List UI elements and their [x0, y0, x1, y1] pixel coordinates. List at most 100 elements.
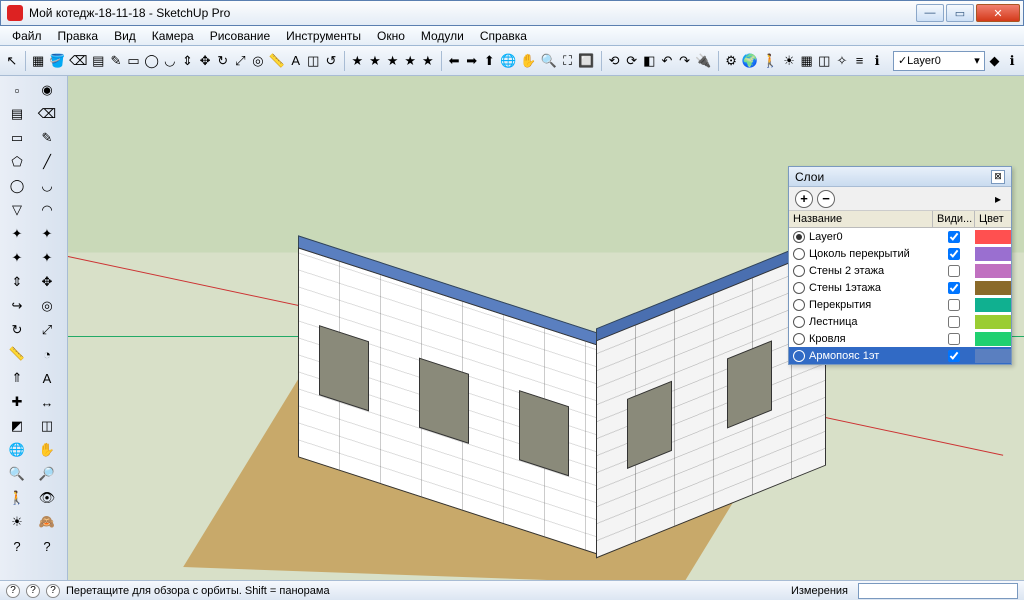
tips-icon[interactable]: ? — [26, 584, 40, 598]
scale-button[interactable]: ⤢ — [232, 50, 248, 72]
prev-button[interactable]: ⟲ — [606, 50, 622, 72]
tool-arc2[interactable]: ◠ — [32, 198, 62, 222]
menu-справка[interactable]: Справка — [472, 27, 535, 45]
earth-button[interactable]: 🌍 — [741, 50, 759, 72]
group-button[interactable]: ◫ — [816, 50, 832, 72]
menu-правка[interactable]: Правка — [50, 27, 107, 45]
tool-protractor[interactable]: ◔ — [32, 342, 62, 366]
close-button[interactable]: ✕ — [976, 4, 1020, 22]
rect-button[interactable]: ▭ — [126, 50, 142, 72]
explode-button[interactable]: ✧ — [834, 50, 850, 72]
layer-color-swatch[interactable] — [975, 281, 1011, 295]
cursor-button[interactable]: ↖ — [4, 50, 20, 72]
light-button[interactable]: ☀ — [781, 50, 797, 72]
grid-button[interactable]: ▦ — [799, 50, 815, 72]
layer-row[interactable]: Layer0 — [789, 228, 1011, 245]
tool-arc[interactable]: ◡ — [32, 174, 62, 198]
tool-circle[interactable]: ◯ — [2, 174, 32, 198]
layer-visible-checkbox[interactable] — [933, 231, 975, 243]
tool-section[interactable]: ◩ — [2, 414, 32, 438]
layer-active-radio[interactable] — [793, 350, 805, 362]
tool-extrude[interactable]: ⇑ — [2, 366, 32, 390]
remove-layer-button[interactable]: − — [817, 190, 835, 208]
tool-star-b[interactable]: ✦ — [32, 222, 62, 246]
refresh-button[interactable]: ↺ — [323, 50, 339, 72]
tool-rotate[interactable]: ↻ — [2, 318, 32, 342]
tool-lasso[interactable]: ◉ — [32, 78, 62, 102]
menu-камера[interactable]: Камера — [144, 27, 202, 45]
tool-line[interactable]: ╱ — [32, 150, 62, 174]
layer-active-radio[interactable] — [793, 282, 805, 294]
offset-button[interactable]: ◎ — [250, 50, 266, 72]
measurement-input[interactable] — [858, 583, 1018, 599]
tool-q2[interactable]: ? — [32, 534, 62, 558]
text-button[interactable]: A — [288, 50, 304, 72]
arrow-r-button[interactable]: ➡ — [464, 50, 480, 72]
layer-row[interactable]: Перекрытия — [789, 296, 1011, 313]
tool-rect[interactable]: ▭ — [2, 126, 32, 150]
panel-close-button[interactable]: ⊠ — [991, 170, 1005, 184]
arrow-l-button[interactable]: ⬅ — [446, 50, 462, 72]
star2-button[interactable]: ★ — [367, 50, 383, 72]
layer-active-radio[interactable] — [793, 333, 805, 345]
layer-active-radio[interactable] — [793, 299, 805, 311]
star1-button[interactable]: ★ — [349, 50, 365, 72]
col-visible[interactable]: Види... — [933, 211, 975, 227]
minimize-button[interactable]: — — [916, 4, 944, 22]
add-layer-button[interactable]: + — [795, 190, 813, 208]
layers-panel[interactable]: Слои ⊠ + − ▸ Название Види... Цвет Layer… — [788, 166, 1012, 365]
tool-dim[interactable]: ↔ — [32, 390, 62, 414]
component-button[interactable]: ▦ — [30, 50, 46, 72]
circle-button[interactable]: ◯ — [143, 50, 160, 72]
tool-pencil[interactable]: ✎ — [32, 126, 62, 150]
layer-visible-checkbox[interactable] — [933, 265, 975, 277]
move-button[interactable]: ✥ — [197, 50, 213, 72]
tool-eraser[interactable]: ⌫ — [32, 102, 62, 126]
tool-followme[interactable]: ↪ — [2, 294, 32, 318]
layer-selector[interactable]: ✓ Layer0▾ — [893, 51, 985, 71]
layer-row[interactable]: Стены 2 этажа — [789, 262, 1011, 279]
layer-row[interactable]: Армопояс 1эт — [789, 347, 1011, 364]
layer-visible-checkbox[interactable] — [933, 316, 975, 328]
eraser-button[interactable]: ⌫ — [68, 50, 88, 72]
layer-color-swatch[interactable] — [975, 298, 1011, 312]
tool-move[interactable]: ✥ — [32, 270, 62, 294]
menu-рисование[interactable]: Рисование — [202, 27, 278, 45]
plug1-button[interactable]: 🔌 — [694, 50, 712, 72]
layer-info-button[interactable]: ◆ — [987, 50, 1003, 72]
brick-button[interactable]: ▤ — [91, 50, 107, 72]
layer-visible-checkbox[interactable] — [933, 333, 975, 345]
tool-look[interactable]: 👁 — [32, 486, 62, 510]
plane-button[interactable]: ◫ — [306, 50, 322, 72]
paint-button[interactable]: 🪣 — [48, 50, 66, 72]
layer-button[interactable]: ≡ — [852, 50, 868, 72]
star5-button[interactable]: ★ — [420, 50, 436, 72]
layer-color-swatch[interactable] — [975, 264, 1011, 278]
menu-окно[interactable]: Окно — [369, 27, 413, 45]
tool-poly[interactable]: ⬠ — [2, 150, 32, 174]
tool-offset[interactable]: ◎ — [32, 294, 62, 318]
tool-q1[interactable]: ? — [2, 534, 32, 558]
next-button[interactable]: ⟳ — [624, 50, 640, 72]
tool-star-d[interactable]: ✦ — [32, 246, 62, 270]
arrow-u-button[interactable]: ⬆ — [482, 50, 498, 72]
tool-zoom-w[interactable]: 🔎 — [32, 462, 62, 486]
tool-axes[interactable]: ✚ — [2, 390, 32, 414]
layer-visible-checkbox[interactable] — [933, 350, 975, 362]
tool-zoom[interactable]: 🔍 — [2, 462, 32, 486]
menu-файл[interactable]: Файл — [4, 27, 50, 45]
pushpull-button[interactable]: ⇕ — [180, 50, 196, 72]
star3-button[interactable]: ★ — [385, 50, 401, 72]
tool-orbit[interactable]: 🌐 — [2, 438, 32, 462]
tool-tape[interactable]: 📏 — [2, 342, 32, 366]
info-button[interactable]: ℹ — [869, 50, 885, 72]
help-icon[interactable]: ? — [6, 584, 20, 598]
tool-star-a[interactable]: ✦ — [2, 222, 32, 246]
layer-color-swatch[interactable] — [975, 247, 1011, 261]
layer-color-swatch[interactable] — [975, 230, 1011, 244]
tool-triangle[interactable]: ▽ — [2, 198, 32, 222]
tool-light[interactable]: ☀ — [2, 510, 32, 534]
arc-button[interactable]: ◡ — [162, 50, 178, 72]
layer-active-radio[interactable] — [793, 316, 805, 328]
layer-active-radio[interactable] — [793, 265, 805, 277]
